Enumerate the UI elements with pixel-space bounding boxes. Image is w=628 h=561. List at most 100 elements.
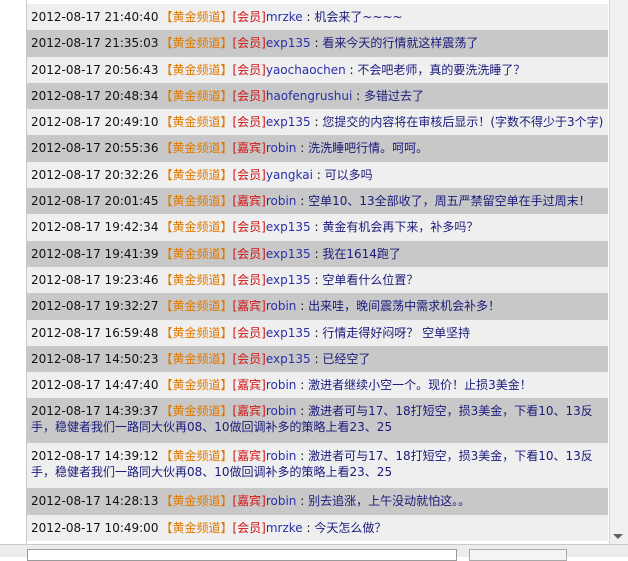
user-rank-badge: [会员] <box>232 272 266 287</box>
chat-message-row: 2012-08-17 20:01:45 【黄金频道】[嘉宾]robin : 空单1… <box>27 188 608 215</box>
username[interactable]: robin <box>266 141 297 155</box>
message-text: 出来哇，晚间震荡中需求机会补多！ <box>308 299 501 314</box>
channel-tag: 【黄金频道】 <box>160 36 233 51</box>
separator: : <box>296 299 309 314</box>
chat-message-row: 2012-08-17 14:39:37 【黄金频道】[嘉宾]robin : 激进者… <box>27 398 608 444</box>
message-text: 空单10、13全部收了，周五严禁留空单在手过周末！ <box>308 194 591 209</box>
username[interactable]: mrzke <box>266 521 303 535</box>
user-rank-badge: [嘉宾] <box>232 141 266 156</box>
channel-tag: 【黄金频道】 <box>160 194 233 209</box>
chat-message-row: 2012-08-17 20:55:36 【黄金频道】[嘉宾]robin : 洗洗睡… <box>27 135 608 162</box>
channel-tag: 【黄金频道】 <box>160 62 233 77</box>
chat-message-row: 2012-08-17 19:42:34 【黄金频道】[会员]exp135 : 黄金… <box>27 214 608 241</box>
message-timestamp: 2012-08-17 14:28:13 <box>31 494 159 509</box>
user-rank-badge: [会员] <box>232 520 266 535</box>
username[interactable]: exp135 <box>266 247 311 261</box>
username[interactable]: exp135 <box>266 115 311 129</box>
chat-message-row: 2012-08-17 19:41:39 【黄金频道】[会员]exp135 : 我在… <box>27 240 608 267</box>
message-text: 行情走得好闷呀？ 空单坚持 <box>322 325 471 340</box>
username[interactable]: robin <box>266 404 297 418</box>
chat-message-list[interactable]: 2012-08-17 21:40:40 【黄金频道】[会员]mrzke : 机会来… <box>27 4 608 543</box>
channel-tag: 【黄金频道】 <box>160 167 233 182</box>
user-rank-badge: [会员] <box>232 220 266 235</box>
vertical-scrollbar[interactable] <box>609 0 628 544</box>
chat-message-row: 2012-08-17 14:50:23 【黄金频道】[会员]exp135 : 已经… <box>27 345 608 373</box>
message-timestamp: 2012-08-17 19:41:39 <box>31 246 159 261</box>
user-rank-badge: [会员] <box>232 246 266 261</box>
message-text: 黄金有机会再下来，补多吗？ <box>322 220 479 235</box>
separator: : <box>296 378 309 393</box>
left-panel-edge <box>0 0 27 544</box>
message-timestamp: 2012-08-17 14:39:37 <box>31 404 159 419</box>
username[interactable]: haofengrushui <box>266 89 352 103</box>
message-text: 我在1614跑了 <box>322 246 401 261</box>
user-rank-badge: [嘉宾] <box>232 299 266 314</box>
channel-tag: 【黄金频道】 <box>160 88 233 103</box>
separator: : <box>310 325 323 340</box>
username[interactable]: robin <box>266 494 297 508</box>
username[interactable]: exp135 <box>266 220 311 234</box>
separator: : <box>312 167 325 182</box>
separator: : <box>310 272 323 287</box>
scroll-down-arrow-icon[interactable] <box>613 534 623 539</box>
message-text: 不会吧老师，真的要洗洗睡了？ <box>357 62 526 77</box>
username[interactable]: yaochaochen <box>266 63 346 77</box>
username[interactable]: exp135 <box>266 273 311 287</box>
separator: : <box>310 36 323 51</box>
chat-message-row: 2012-08-17 21:35:03 【黄金频道】[会员]exp135 : 看来… <box>27 30 608 57</box>
separator: : <box>352 88 364 103</box>
separator: : <box>302 10 315 24</box>
message-input[interactable] <box>27 549 457 561</box>
username[interactable]: robin <box>266 378 297 392</box>
message-text: 您提交的内容将在审核后显示！(字数不得少于3个字) <box>322 115 604 130</box>
message-text: 机会来了~~~~ <box>314 10 403 24</box>
channel-tag: 【黄金频道】 <box>160 246 233 261</box>
message-timestamp: 2012-08-17 20:56:43 <box>31 62 159 77</box>
chat-message-row: 2012-08-17 16:59:48 【黄金频道】[会员]exp135 : 行情… <box>27 319 608 346</box>
chat-message-row: 2012-08-17 14:47:40 【黄金频道】[嘉宾]robin : 激进者… <box>27 372 608 399</box>
channel-tag: 【黄金频道】 <box>160 10 233 24</box>
chat-message-row: 2012-08-17 20:56:43 【黄金频道】[会员]yaochaochen… <box>27 56 608 83</box>
user-rank-badge: [会员] <box>232 88 266 103</box>
channel-tag: 【黄金频道】 <box>160 115 233 130</box>
channel-tag: 【黄金频道】 <box>160 378 233 393</box>
message-timestamp: 2012-08-17 21:40:40 <box>31 10 159 24</box>
username[interactable]: robin <box>266 194 297 208</box>
send-button[interactable] <box>469 549 567 561</box>
channel-tag: 【黄金频道】 <box>160 272 233 287</box>
channel-tag: 【黄金频道】 <box>160 404 233 419</box>
channel-tag: 【黄金频道】 <box>160 299 233 314</box>
username[interactable]: mrzke <box>266 10 303 24</box>
message-timestamp: 2012-08-17 20:55:36 <box>31 141 159 156</box>
separator: : <box>310 115 323 130</box>
message-timestamp: 2012-08-17 20:32:26 <box>31 167 159 182</box>
user-rank-badge: [会员] <box>232 62 266 77</box>
username[interactable]: robin <box>266 449 297 463</box>
chat-message-row: 2012-08-17 20:49:10 【黄金频道】[会员]exp135 : 您提… <box>27 109 608 136</box>
username[interactable]: robin <box>266 299 297 313</box>
message-timestamp: 2012-08-17 20:01:45 <box>31 194 159 209</box>
username[interactable]: exp135 <box>266 352 311 366</box>
message-timestamp: 2012-08-17 14:39:12 <box>31 449 159 464</box>
separator: : <box>310 246 323 261</box>
user-rank-badge: [会员] <box>232 115 266 130</box>
channel-tag: 【黄金频道】 <box>160 449 233 464</box>
message-timestamp: 2012-08-17 14:47:40 <box>31 378 159 393</box>
user-rank-badge: [会员] <box>232 351 266 366</box>
user-rank-badge: [嘉宾] <box>232 378 266 393</box>
message-timestamp: 2012-08-17 20:48:34 <box>31 88 159 103</box>
chat-message-row: 2012-08-17 19:32:27 【黄金频道】[嘉宾]robin : 出来哇… <box>27 293 608 320</box>
message-text: 多错过去了 <box>363 88 424 103</box>
channel-tag: 【黄金频道】 <box>160 351 233 366</box>
channel-tag: 【黄金频道】 <box>160 325 233 340</box>
username[interactable]: yangkai <box>266 168 313 182</box>
chat-message-row: 2012-08-17 14:39:12 【黄金频道】[嘉宾]robin : 激进者… <box>27 443 608 489</box>
message-text: 空单看什么位置？ <box>322 272 419 287</box>
chat-window: 2012-08-17 21:40:40 【黄金频道】[会员]mrzke : 机会来… <box>0 0 628 561</box>
message-timestamp: 2012-08-17 19:32:27 <box>31 299 159 314</box>
username[interactable]: exp135 <box>266 326 311 340</box>
username[interactable]: exp135 <box>266 36 311 50</box>
message-timestamp: 2012-08-17 10:49:00 <box>31 520 159 535</box>
message-text: 今天怎么做？ <box>314 520 387 535</box>
user-rank-badge: [会员] <box>232 36 266 51</box>
